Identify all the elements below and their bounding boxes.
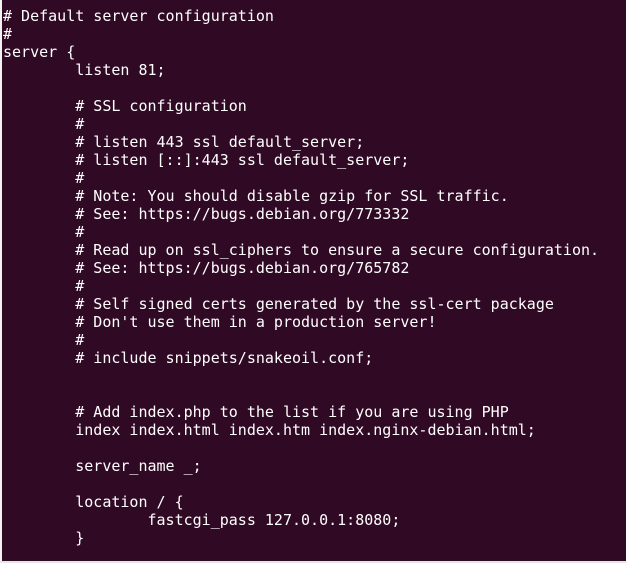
terminal-window[interactable]: # Default server configuration # server … xyxy=(0,0,626,563)
code-line: server_name _; xyxy=(3,457,202,475)
code-line: # See: https://bugs.debian.org/765782 xyxy=(3,259,410,277)
code-line: } xyxy=(3,529,85,547)
code-line: server { xyxy=(3,43,76,61)
code-line: # Default server configuration xyxy=(3,7,274,25)
code-line: # include snippets/snakeoil.conf; xyxy=(3,349,374,367)
code-line: # xyxy=(3,25,13,43)
code-line: # Self signed certs generated by the ssl… xyxy=(3,295,554,313)
code-line: index index.html index.htm index.nginx-d… xyxy=(3,421,536,439)
code-line: # See: https://bugs.debian.org/773332 xyxy=(3,205,410,223)
config-file-text[interactable]: # Default server configuration # server … xyxy=(3,7,599,547)
code-line: # listen [::]:443 ssl default_server; xyxy=(3,151,410,169)
code-line: location / { xyxy=(3,493,184,511)
code-line: # Read up on ssl_ciphers to ensure a sec… xyxy=(3,241,600,259)
code-line: # Add index.php to the list if you are u… xyxy=(3,403,509,421)
code-line: # xyxy=(3,115,85,133)
code-line: # Note: You should disable gzip for SSL … xyxy=(3,187,509,205)
code-line: # xyxy=(3,277,85,295)
code-line: # listen 443 ssl default_server; xyxy=(3,133,365,151)
code-line: # SSL configuration xyxy=(3,97,247,115)
code-line: listen 81; xyxy=(3,61,166,79)
window-left-border xyxy=(0,0,2,563)
code-line: # xyxy=(3,223,85,241)
code-line: # Don't use them in a production server! xyxy=(3,313,437,331)
code-line: # xyxy=(3,331,85,349)
code-line: fastcgi_pass 127.0.0.1:8080; xyxy=(3,511,401,529)
code-line: # xyxy=(3,169,85,187)
